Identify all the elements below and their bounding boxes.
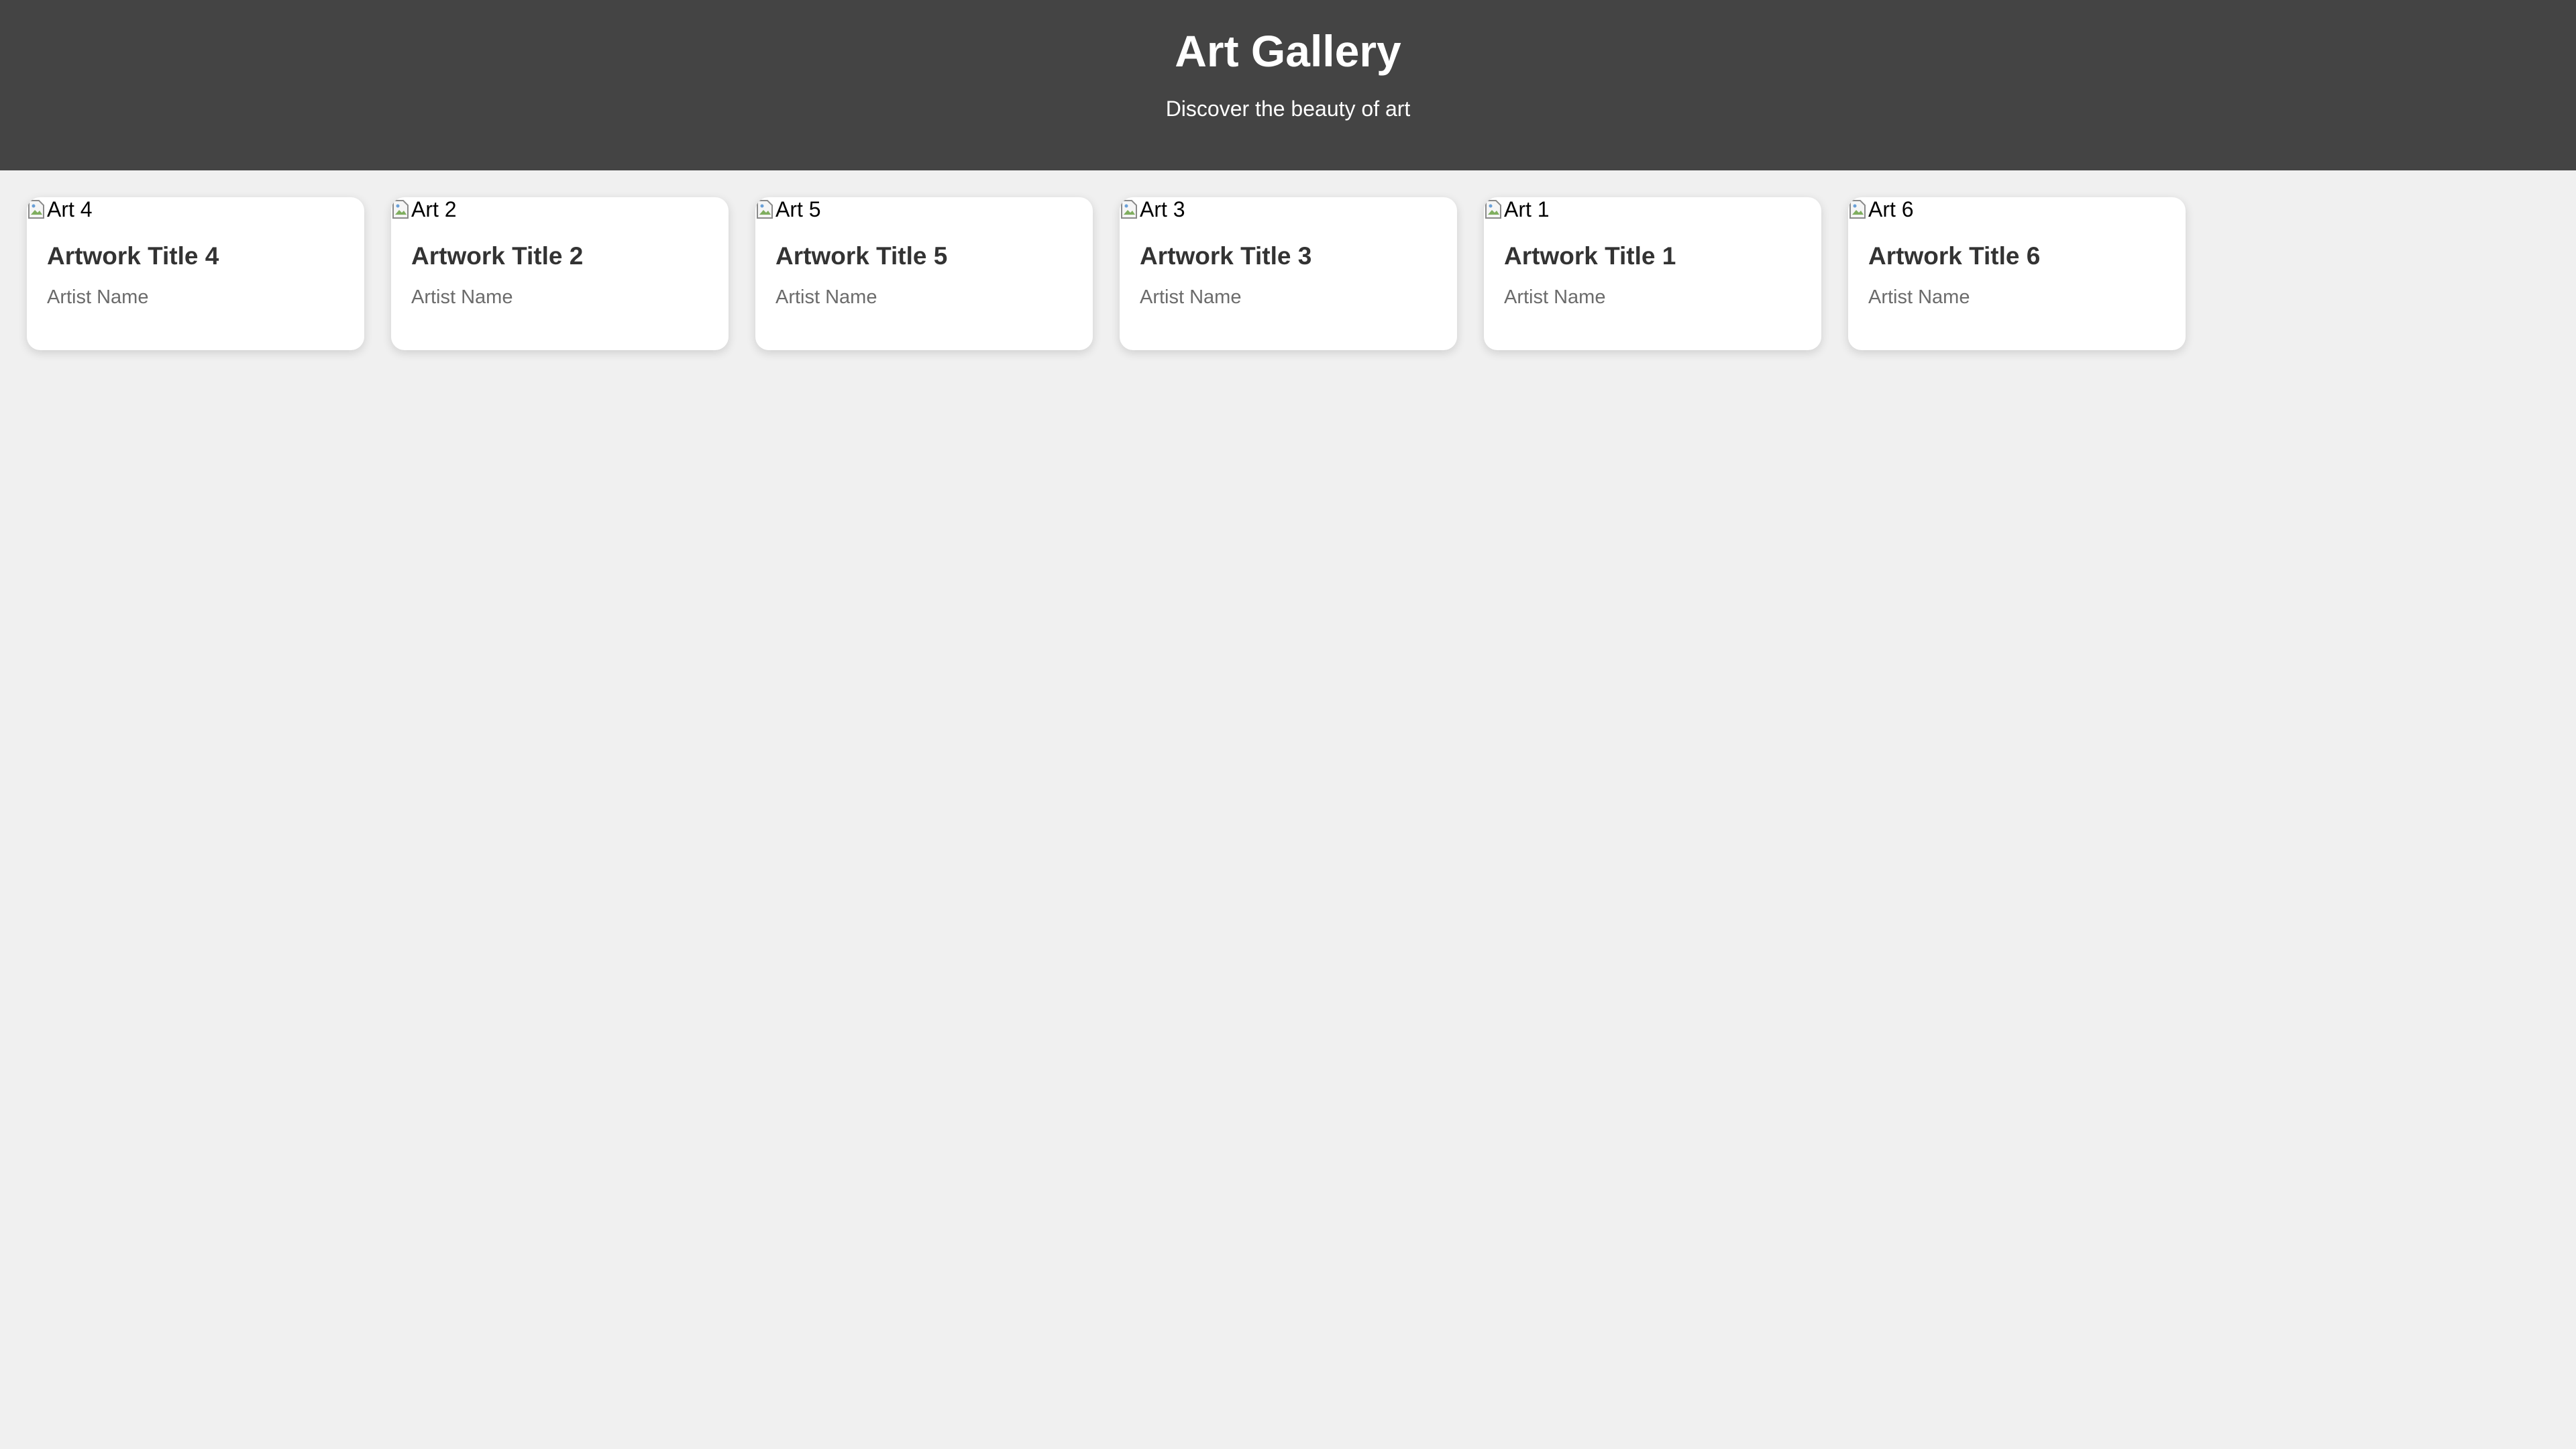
- broken-image-icon: [1484, 199, 1503, 220]
- artwork-image-alt: Art 3: [1140, 197, 1185, 221]
- artwork-title: Artwork Title 3: [1140, 242, 1312, 270]
- artist-name: Artist Name: [1868, 286, 1970, 308]
- artwork-card[interactable]: Art 3 Artwork Title 3 Artist Name: [1120, 197, 1457, 350]
- artwork-image[interactable]: Art 6: [1848, 197, 1914, 221]
- artwork-image-alt: Art 5: [775, 197, 821, 221]
- artist-name: Artist Name: [47, 286, 149, 308]
- artwork-gallery: Art 4 Artwork Title 4 Artist Name Art 2 …: [27, 197, 2186, 350]
- artwork-title: Artwork Title 6: [1868, 242, 2041, 270]
- artwork-title: Artwork Title 1: [1504, 242, 1676, 270]
- artwork-image[interactable]: Art 4: [27, 197, 93, 221]
- artwork-image-alt: Art 2: [411, 197, 457, 221]
- artwork-title: Artwork Title 4: [47, 242, 219, 270]
- artwork-card[interactable]: Art 4 Artwork Title 4 Artist Name: [27, 197, 364, 350]
- artwork-image[interactable]: Art 2: [391, 197, 457, 221]
- artwork-card[interactable]: Art 5 Artwork Title 5 Artist Name: [755, 197, 1093, 350]
- artwork-card[interactable]: Art 1 Artwork Title 1 Artist Name: [1484, 197, 1821, 350]
- artwork-image-alt: Art 4: [47, 197, 93, 221]
- broken-image-icon: [1120, 199, 1138, 220]
- artist-name: Artist Name: [1504, 286, 1606, 308]
- artwork-image[interactable]: Art 5: [755, 197, 821, 221]
- broken-image-icon: [391, 199, 410, 220]
- artist-name: Artist Name: [1140, 286, 1242, 308]
- artwork-image[interactable]: Art 1: [1484, 197, 1550, 221]
- page-title: Art Gallery: [1175, 26, 1401, 76]
- artist-name: Artist Name: [775, 286, 877, 308]
- page-header: Art Gallery Discover the beauty of art: [0, 0, 2576, 170]
- artwork-card[interactable]: Art 2 Artwork Title 2 Artist Name: [391, 197, 729, 350]
- artwork-card[interactable]: Art 6 Artwork Title 6 Artist Name: [1848, 197, 2186, 350]
- broken-image-icon: [755, 199, 774, 220]
- artwork-image-alt: Art 6: [1868, 197, 1914, 221]
- page-subtitle: Discover the beauty of art: [1165, 97, 1411, 121]
- broken-image-icon: [27, 199, 46, 220]
- broken-image-icon: [1848, 199, 1867, 220]
- artwork-image[interactable]: Art 3: [1120, 197, 1185, 221]
- artwork-title: Artwork Title 2: [411, 242, 584, 270]
- artist-name: Artist Name: [411, 286, 513, 308]
- artwork-image-alt: Art 1: [1504, 197, 1550, 221]
- artwork-title: Artwork Title 5: [775, 242, 948, 270]
